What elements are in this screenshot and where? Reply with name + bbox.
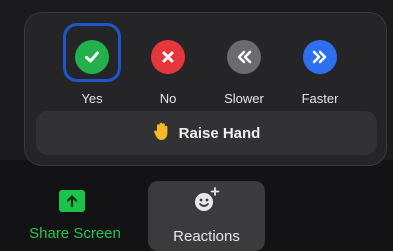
checkmark-icon — [75, 40, 109, 74]
share-screen-icon — [59, 190, 85, 212]
chevrons-right-icon — [303, 40, 337, 74]
feedback-yes-button[interactable]: Yes — [54, 27, 130, 113]
share-screen-label: Share Screen — [29, 225, 121, 242]
raise-hand-label: Raise Hand — [178, 124, 261, 142]
feedback-faster-label: Faster — [301, 91, 339, 106]
reactions-button[interactable]: Reactions — [148, 181, 265, 251]
reactions-label: Reactions — [173, 228, 240, 245]
feedback-no-button[interactable]: No — [130, 27, 206, 113]
raise-hand-button[interactable]: Raise Hand — [36, 111, 377, 155]
reactions-popup: Yes No Slower Faster Raise Hand — [24, 12, 387, 166]
chevrons-left-icon — [227, 40, 261, 74]
nonverbal-feedback-row: Yes No Slower Faster — [25, 13, 386, 113]
add-reaction-icon — [191, 186, 221, 216]
share-screen-button[interactable]: Share Screen — [15, 180, 135, 246]
feedback-no-label: No — [159, 91, 177, 106]
close-icon — [151, 40, 185, 74]
feedback-faster-button[interactable]: Faster — [282, 27, 358, 113]
feedback-slower-button[interactable]: Slower — [206, 27, 282, 113]
raised-hand-icon — [153, 121, 171, 145]
feedback-yes-label: Yes — [81, 91, 103, 106]
feedback-slower-label: Slower — [224, 91, 264, 106]
